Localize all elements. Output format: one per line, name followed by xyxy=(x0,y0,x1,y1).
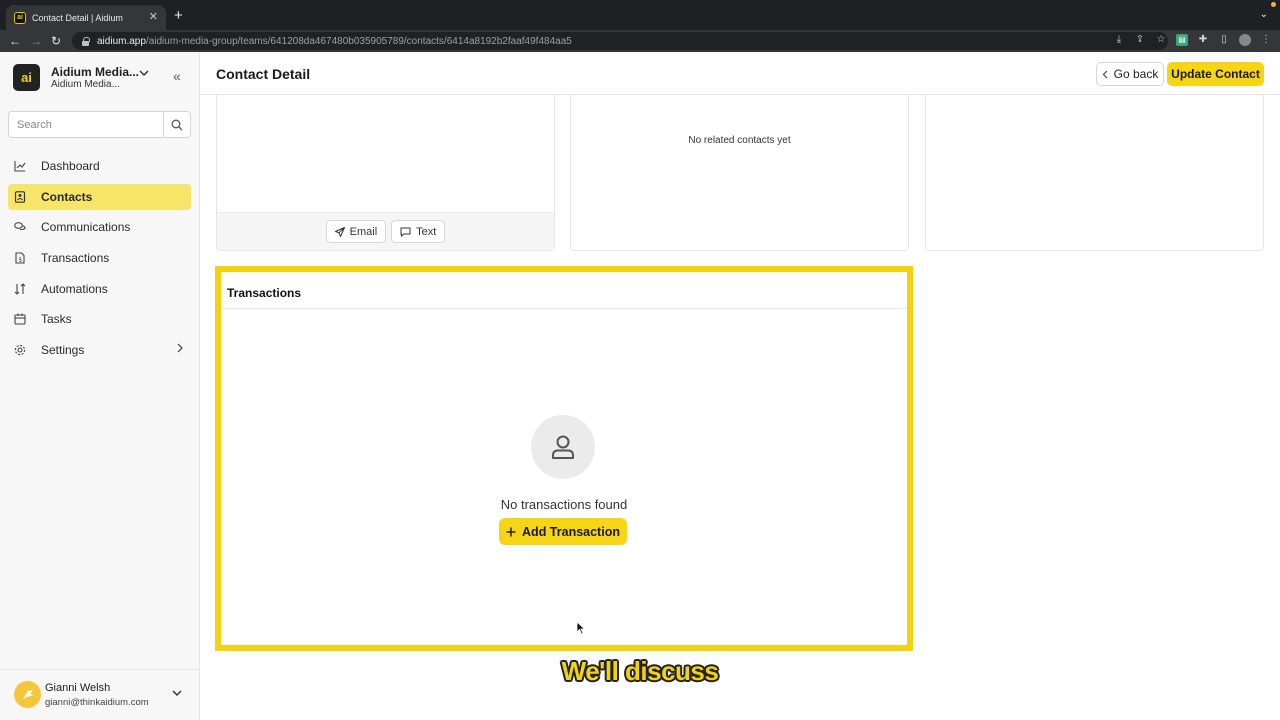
org-subname: Aidium Media... xyxy=(51,79,120,90)
contact-actions: Email Text xyxy=(217,212,554,250)
browser-tab[interactable]: ai Contact Detail | Aidium ✕ xyxy=(6,5,166,30)
url-bar[interactable]: aidium.app/aidium-media-group/teams/6412… xyxy=(72,32,1168,50)
search-icon xyxy=(171,119,183,130)
sidebar-nav: Dashboard Contacts Communications $ Tran… xyxy=(8,153,191,368)
install-app-icon[interactable]: ⤓ xyxy=(1113,34,1125,46)
tab-search-chevron-icon[interactable]: ⌄ xyxy=(1260,9,1268,20)
related-contacts-card: No related contacts yet xyxy=(570,95,909,251)
collapse-sidebar-icon[interactable]: « xyxy=(173,69,181,83)
transactions-header: Transactions xyxy=(221,272,907,309)
address-bar-row: ← → ↻ aidium.app/aidium-media-group/team… xyxy=(0,30,1280,52)
sidebar-item-label: Tasks xyxy=(41,312,72,327)
email-button[interactable]: Email xyxy=(325,220,387,243)
side-panel-icon[interactable]: ▯ xyxy=(1218,34,1230,46)
reload-icon[interactable]: ↻ xyxy=(51,33,61,49)
email-label: Email xyxy=(349,225,378,238)
sidebar-item-label: Settings xyxy=(41,343,85,358)
sidebar-item-label: Communications xyxy=(41,220,131,235)
org-name: Aidium Media... xyxy=(51,65,140,79)
video-caption: We'll discuss xyxy=(561,656,719,686)
chevron-down-icon[interactable] xyxy=(139,69,149,80)
transactions-title: Transactions xyxy=(227,286,302,300)
org-switcher[interactable]: ai Aidium Media... Aidium Media... xyxy=(13,64,188,92)
svg-text:$: $ xyxy=(18,256,22,263)
browser-extensions: ⤓ ⇪ ☆ ▤ ✚ ▯ ⋮ xyxy=(1113,34,1272,46)
transactions-card: Transactions No transactions found Add T… xyxy=(215,266,913,651)
tab-title: Contact Detail | Aidium xyxy=(32,12,123,23)
share-icon[interactable]: ⇪ xyxy=(1134,34,1146,46)
sidebar-item-dashboard[interactable]: Dashboard xyxy=(8,153,191,179)
url-host: aidium.app xyxy=(97,35,146,47)
text-button[interactable]: Text xyxy=(391,220,446,243)
document-dollar-icon: $ xyxy=(14,252,26,264)
sidebar-item-settings[interactable]: Settings xyxy=(8,337,191,363)
sidebar-item-label: Dashboard xyxy=(41,159,100,173)
sidebar-item-label: Contacts xyxy=(41,189,93,204)
text-label: Text xyxy=(416,225,437,238)
browser-menu-icon[interactable]: ⋮ xyxy=(1260,34,1272,46)
search-button[interactable] xyxy=(163,112,190,137)
send-icon xyxy=(334,226,345,237)
new-tab-button[interactable]: + xyxy=(174,8,183,23)
close-tab-icon[interactable]: ✕ xyxy=(149,12,158,23)
sidebar-item-label: Automations xyxy=(41,281,108,296)
go-back-label: Go back xyxy=(1113,67,1159,81)
mouse-cursor-icon xyxy=(576,621,586,635)
chevron-right-icon xyxy=(177,343,183,356)
add-transaction-label: Add Transaction xyxy=(522,524,620,539)
update-contact-button[interactable]: Update Contact xyxy=(1167,62,1264,86)
chevron-left-icon xyxy=(1102,70,1108,78)
sidebar-item-communications[interactable]: Communications xyxy=(8,214,191,240)
search-input[interactable] xyxy=(9,112,163,137)
aidium-favicon-icon: ai xyxy=(14,11,26,24)
forward-arrow-icon[interactable]: → xyxy=(30,33,42,49)
add-transaction-button[interactable]: Add Transaction xyxy=(499,518,627,545)
chat-bubbles-icon xyxy=(14,221,26,233)
chart-line-icon xyxy=(14,160,26,172)
sidebar-item-contacts[interactable]: Contacts xyxy=(8,183,191,210)
contact-card: Email Text xyxy=(216,95,555,251)
person-icon xyxy=(531,415,595,479)
gear-icon xyxy=(14,344,26,356)
sidebar-item-tasks[interactable]: Tasks xyxy=(8,306,191,332)
extension-green-icon[interactable]: ▤ xyxy=(1176,34,1188,46)
go-back-button[interactable]: Go back xyxy=(1096,62,1164,86)
lock-icon xyxy=(82,37,90,46)
sort-arrows-icon xyxy=(14,282,26,295)
user-email: gianni@thinkaidium.com xyxy=(45,697,149,708)
sidebar: ai Aidium Media... Aidium Media... « Das… xyxy=(0,52,200,720)
url-path: /aidium-media-group/teams/641208da467480… xyxy=(145,35,572,47)
aidium-logo-icon: ai xyxy=(13,64,40,91)
transactions-empty-text: No transactions found xyxy=(500,497,628,512)
sidebar-item-label: Transactions xyxy=(41,251,110,266)
plus-icon xyxy=(506,527,516,536)
sidebar-item-transactions[interactable]: $ Transactions xyxy=(8,245,191,271)
back-arrow-icon[interactable]: ← xyxy=(9,33,21,49)
message-icon xyxy=(400,227,411,237)
info-card xyxy=(925,95,1264,251)
sidebar-item-automations[interactable]: Automations xyxy=(8,276,191,302)
related-empty-text: No related contacts yet xyxy=(688,135,791,146)
sidebar-search xyxy=(8,111,191,138)
bird-logo-icon xyxy=(22,689,34,699)
calendar-icon xyxy=(14,313,26,325)
notification-dot xyxy=(1271,2,1276,7)
chevron-down-icon[interactable] xyxy=(172,689,182,700)
bookmark-star-icon[interactable]: ☆ xyxy=(1155,34,1167,46)
page-title: Contact Detail xyxy=(216,66,311,82)
page-header: Contact Detail Go back Update Contact xyxy=(200,52,1280,95)
contact-book-icon xyxy=(14,190,26,203)
puzzle-extensions-icon[interactable]: ✚ xyxy=(1197,34,1209,46)
browser-tab-bar: ai Contact Detail | Aidium ✕ + ⌄ xyxy=(0,0,1280,30)
profile-avatar-icon[interactable] xyxy=(1239,34,1251,46)
